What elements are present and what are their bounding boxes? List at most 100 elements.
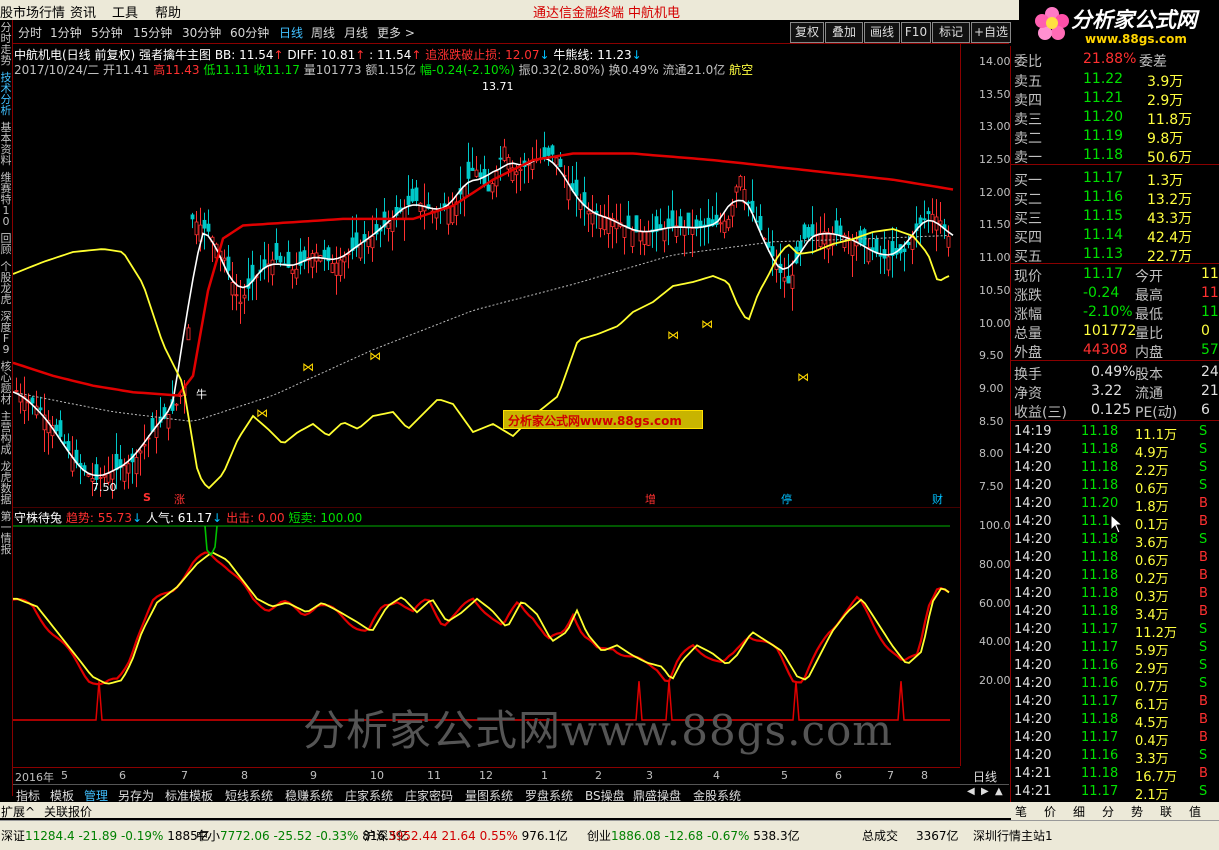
price-tick: 8.00: [979, 447, 1004, 461]
period-tab[interactable]: 60分钟: [230, 24, 269, 41]
period-tab[interactable]: 分时: [18, 24, 42, 41]
index-0[interactable]: 深证11284.4 -21.89 -0.19% 1885亿: [1, 827, 210, 844]
overlay-button[interactable]: 叠加: [825, 22, 863, 43]
candle-body: [918, 217, 923, 225]
period-tab-active[interactable]: 日线: [279, 24, 303, 41]
tick-row: 14:20 11.18 0.2万 B: [1011, 568, 1219, 587]
quote-panel-tab[interactable]: 笔: [1015, 803, 1027, 820]
out-value: 出击: 0.00: [226, 511, 285, 525]
tick-time: 14:20: [1014, 568, 1052, 583]
period-tab-more[interactable]: 更多 >: [377, 24, 415, 41]
candle-body: [226, 256, 231, 271]
finance-marker: 财: [932, 493, 943, 506]
candle-body: [358, 244, 363, 259]
quote-panel-tab[interactable]: 值: [1189, 803, 1201, 820]
f10-button[interactable]: F10: [901, 22, 931, 43]
tick-price: 11.16: [1081, 676, 1119, 691]
left-tab-6[interactable]: 深度F9: [0, 311, 12, 355]
index-label: 中小: [196, 829, 221, 843]
right-arrow-icon[interactable]: ▶: [981, 786, 989, 797]
level-price: 11.14: [1083, 227, 1124, 243]
left-arrow-icon[interactable]: ◀: [967, 786, 975, 797]
date-tick: 12: [479, 769, 493, 782]
candle-body: [330, 262, 335, 273]
candle-body: [406, 195, 411, 205]
tick-price: 11.18: [1081, 424, 1119, 439]
left-tab-3[interactable]: 维赛特10: [0, 172, 12, 227]
left-tab-0[interactable]: 分时走势: [0, 22, 12, 66]
server-status[interactable]: 深圳行情主站1: [973, 827, 1053, 844]
period-tab[interactable]: 1分钟: [50, 24, 82, 41]
index-3[interactable]: 创业1886.08 -12.68 -0.67% 538.3亿: [587, 827, 800, 844]
candle-body: [678, 216, 683, 227]
left-tab-10[interactable]: 第一情报: [0, 511, 12, 555]
candle-body: [626, 215, 631, 229]
quote-panel-tab[interactable]: 分: [1102, 803, 1114, 820]
tick-side: S: [1199, 640, 1208, 655]
mark-button[interactable]: 标记: [932, 22, 970, 43]
level-price: 11.17: [1083, 170, 1124, 186]
diff-value: DIFF: 10.81: [287, 48, 356, 62]
period-tab[interactable]: 月线: [344, 24, 368, 41]
candle-body: [114, 453, 119, 471]
tick-time: 14:20: [1014, 586, 1052, 601]
fund-value: 0.125: [1091, 402, 1132, 418]
quote-panel-tab[interactable]: 价: [1044, 803, 1056, 820]
expand-tab[interactable]: 扩展^: [1, 803, 35, 820]
up-arrow-icon[interactable]: ▲: [995, 786, 1003, 797]
quote-panel-tab[interactable]: 联: [1160, 803, 1172, 820]
period-tab[interactable]: 周线: [311, 24, 335, 41]
tick-time: 14:20: [1014, 604, 1052, 619]
candle-body: [206, 223, 211, 232]
left-tab-2[interactable]: 基本资料: [0, 122, 12, 166]
candle-body: [590, 212, 595, 225]
flower-icon: [1035, 7, 1069, 40]
candle-body: [758, 216, 763, 231]
left-tab-8[interactable]: 主营构成: [0, 411, 12, 455]
menu-news[interactable]: 资讯: [70, 2, 96, 21]
tick-volume: 1.8万: [1135, 500, 1169, 515]
menu-market[interactable]: 股市场行情: [0, 2, 65, 21]
draw-line-button[interactable]: 画线: [864, 22, 900, 43]
menu-tools[interactable]: 工具: [112, 2, 138, 21]
sub-tick: 20.00: [979, 674, 1011, 688]
quote-label2: 最低: [1135, 307, 1163, 323]
candle-body: [862, 229, 867, 246]
add-watchlist-button[interactable]: +自选: [971, 22, 1011, 43]
period-tab[interactable]: 30分钟: [182, 24, 221, 41]
tick-volume: 0.2万: [1135, 572, 1169, 587]
tick-price: 11.18: [1081, 586, 1119, 601]
candlestick-chart[interactable]: ⋈ ⋈ ⋈ ⋈ ⋈ ⋈: [13, 44, 960, 506]
period-tab[interactable]: 15分钟: [133, 24, 172, 41]
candle-body: [922, 218, 927, 221]
tick-side: B: [1199, 604, 1208, 619]
signal-marker: S: [143, 491, 151, 504]
quote-panel-tab[interactable]: 细: [1073, 803, 1085, 820]
left-tab-7[interactable]: 核心题材: [0, 361, 12, 405]
tick-row: 14:19 11.18 11.1万 S: [1011, 424, 1219, 443]
tick-time: 14:20: [1014, 622, 1052, 637]
total-volume-label: 总成交: [862, 829, 899, 843]
index-pct: -0.67%: [706, 829, 754, 843]
tick-price: 11.17: [1081, 694, 1119, 709]
related-quotes-tab[interactable]: 关联报价: [44, 803, 92, 820]
left-tab-4[interactable]: 回顾: [0, 233, 12, 255]
ohlc-part: 高11.43: [153, 63, 204, 77]
period-tab[interactable]: 5分钟: [91, 24, 123, 41]
left-tab-9[interactable]: 龙虎数据: [0, 461, 12, 505]
level-label: 卖五: [1014, 74, 1042, 90]
quote-panel-tab[interactable]: 势: [1131, 803, 1143, 820]
left-tab-5[interactable]: 个股龙虎: [0, 261, 12, 305]
restore-button[interactable]: 复权: [790, 22, 824, 43]
menu-help[interactable]: 帮助: [155, 2, 181, 21]
candle-body: [242, 294, 247, 299]
date-tick: 4: [713, 769, 720, 782]
tick-volume: 6.1万: [1135, 698, 1169, 713]
index-2[interactable]: 沪深3952.44 21.64 0.55% 976.1亿: [364, 827, 568, 844]
scroll-arrows[interactable]: ◀ ▶ ▲: [963, 786, 1009, 800]
increase-marker: 增: [645, 493, 656, 506]
left-tab-1[interactable]: 技术分析: [0, 72, 12, 116]
index-change: -12.68: [660, 829, 707, 843]
level-price: 11.13: [1083, 246, 1124, 262]
candle-body: [166, 414, 171, 429]
